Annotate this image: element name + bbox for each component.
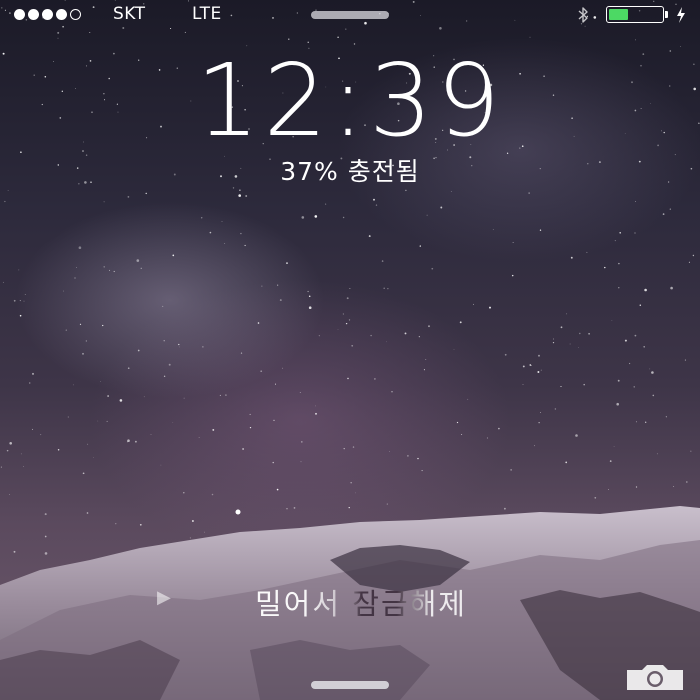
signal-dot-empty bbox=[70, 9, 81, 20]
charging-status-text: 37% 충전됨 bbox=[280, 157, 420, 186]
lock-clock-time: 12:39 bbox=[195, 42, 505, 159]
slide-to-unlock[interactable]: ▶ 밀어서 잠금해제 bbox=[0, 581, 700, 623]
chevron-right-icon: ▶ bbox=[157, 587, 173, 608]
control-center-handle[interactable] bbox=[311, 681, 389, 689]
status-bar: SKT LTE bbox=[0, 0, 700, 30]
camera-icon[interactable] bbox=[624, 662, 686, 692]
signal-dot bbox=[42, 9, 53, 20]
network-type: LTE bbox=[192, 4, 222, 24]
battery-level-fill bbox=[609, 9, 628, 20]
slide-to-unlock-label: 밀어서 잠금해제 bbox=[233, 581, 467, 623]
charging-bolt-icon bbox=[677, 7, 685, 23]
signal-dot bbox=[28, 9, 39, 20]
bluetooth-icon bbox=[578, 7, 588, 23]
signal-dot bbox=[56, 9, 67, 20]
signal-strength-indicator bbox=[14, 9, 81, 20]
lock-screen: SKT LTE 12:39 37% 충전됨 ▶ 밀어서 잠금해제 bbox=[0, 0, 700, 700]
carrier-name: SKT bbox=[113, 4, 146, 24]
battery-icon bbox=[606, 6, 664, 23]
signal-dot bbox=[14, 9, 25, 20]
battery-terminal bbox=[665, 11, 668, 18]
notification-center-handle[interactable] bbox=[311, 11, 389, 19]
